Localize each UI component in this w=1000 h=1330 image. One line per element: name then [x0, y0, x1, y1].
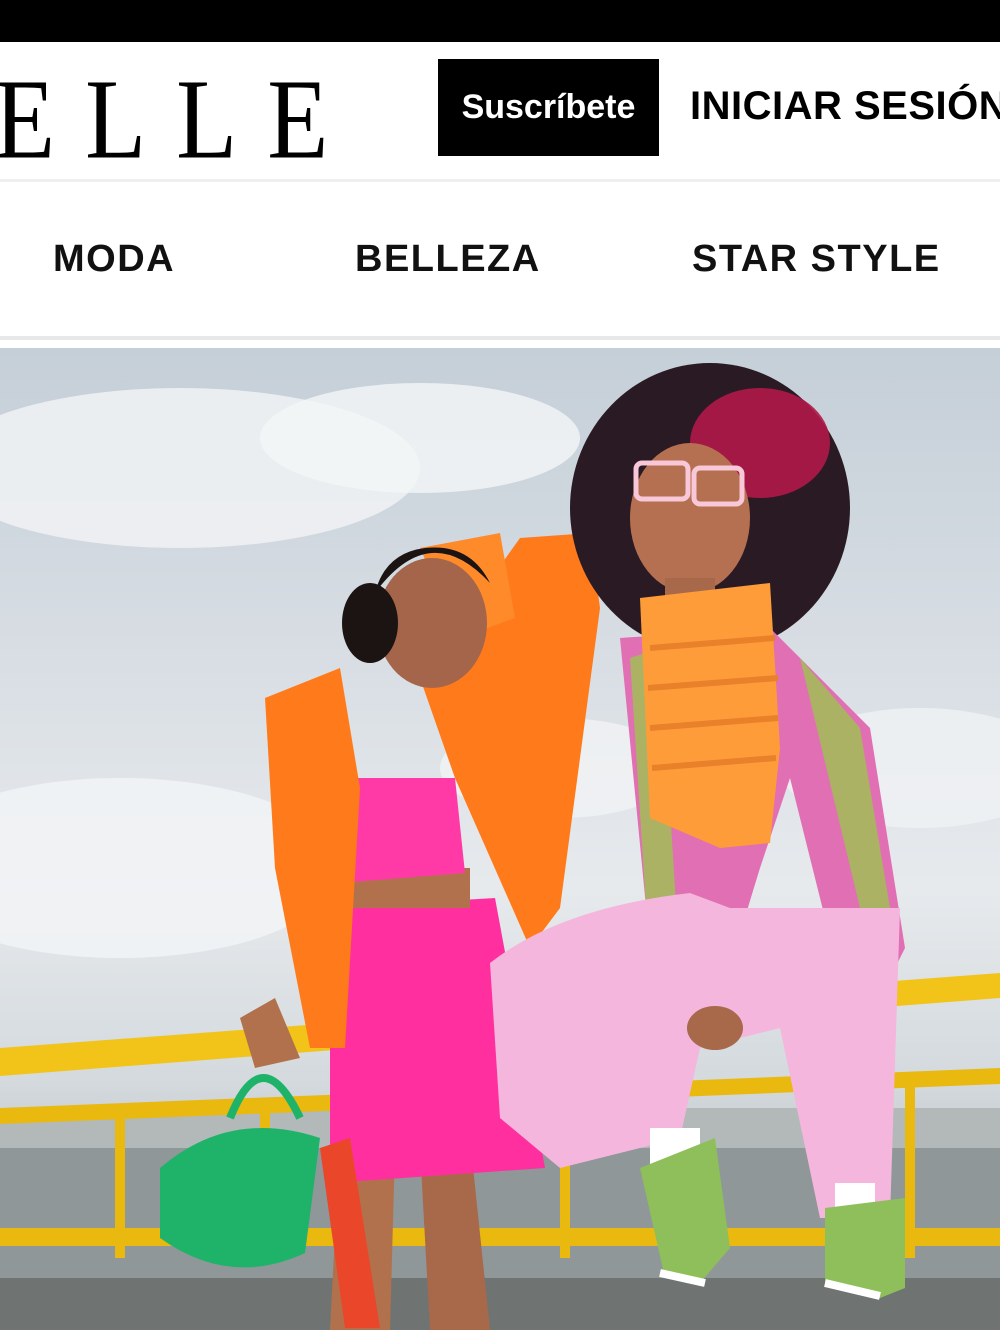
hero-image[interactable]: [0, 348, 1000, 1330]
main-nav: MODA BELLEZA STAR STYLE: [0, 185, 1000, 340]
site-header: ELLE Suscríbete INICIAR SESIÓN: [0, 42, 1000, 182]
hero-photo-illustration: [0, 363, 1000, 1330]
subscribe-button[interactable]: Suscríbete: [438, 59, 659, 156]
status-bar: [0, 0, 1000, 42]
nav-item-star-style[interactable]: STAR STYLE: [692, 238, 941, 281]
login-link[interactable]: INICIAR SESIÓN: [690, 84, 1000, 129]
nav-item-belleza[interactable]: BELLEZA: [355, 238, 541, 281]
nav-item-moda[interactable]: MODA: [53, 238, 175, 281]
elle-logo[interactable]: ELLE: [0, 61, 358, 177]
